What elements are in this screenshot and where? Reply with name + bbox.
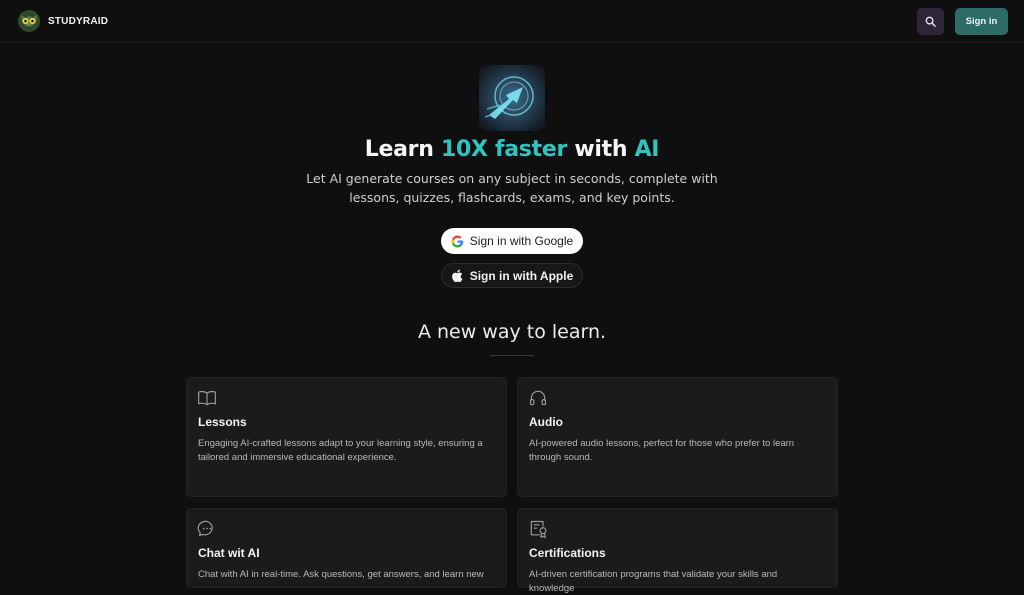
feature-title: Certifications: [529, 546, 606, 560]
feature-description: AI-powered audio lessons, perfect for th…: [529, 438, 795, 463]
sign-in-button[interactable]: Sign in: [955, 8, 1008, 35]
title-text-with: with: [567, 137, 635, 162]
title-text-10x-faster: 10X faster: [440, 137, 567, 162]
headphones-icon: [529, 390, 547, 406]
feature-title: Chat wit AI: [198, 546, 260, 560]
brand-name: STUDYRAID: [48, 15, 109, 27]
section-title: A new way to learn.: [417, 321, 607, 343]
feature-card-audio: Audio AI-powered audio lessons, perfect …: [517, 377, 838, 497]
owl-logo-icon: [18, 10, 40, 32]
feature-card-lessons: Lessons Engaging AI-crafted lessons adap…: [186, 377, 507, 497]
feature-description: Chat with AI in real-time. Ask questions…: [198, 569, 484, 580]
hero-title: Learn 10X faster with AI: [0, 137, 1024, 162]
chat-icon: [197, 520, 213, 537]
feature-title: Lessons: [198, 415, 247, 429]
feature-description: AI-driven certification programs that va…: [529, 569, 778, 594]
hero-arrow-icon: [479, 65, 545, 131]
google-button-label: Sign in with Google: [469, 234, 574, 248]
title-text-learn: Learn: [364, 137, 441, 162]
feature-card-certifications: Certifications AI-driven certification p…: [517, 508, 838, 594]
apple-button-label: Sign in with Apple: [469, 268, 574, 283]
hero-subtitle: Let AI generate courses on any subject i…: [306, 171, 718, 205]
brand[interactable]: STUDYRAID: [17, 9, 108, 33]
section-divider: [490, 355, 534, 356]
sign-in-google-button[interactable]: Sign in with Google: [441, 228, 583, 254]
certificate-icon: [530, 520, 547, 538]
feature-description: Engaging AI-crafted lessons adapt to you…: [198, 438, 483, 463]
top-navbar: STUDYRAID Sign in: [0, 0, 1024, 43]
google-icon: [451, 235, 463, 247]
feature-card-chat: Chat wit AI Chat with AI in real-time. A…: [186, 508, 507, 588]
book-icon: [198, 390, 216, 406]
feature-title: Audio: [529, 415, 563, 429]
apple-icon: [451, 269, 463, 282]
sign-in-apple-button[interactable]: Sign in with Apple: [441, 263, 583, 288]
search-icon: [925, 16, 936, 27]
title-text-ai: AI: [634, 137, 660, 162]
search-button[interactable]: [917, 8, 944, 35]
